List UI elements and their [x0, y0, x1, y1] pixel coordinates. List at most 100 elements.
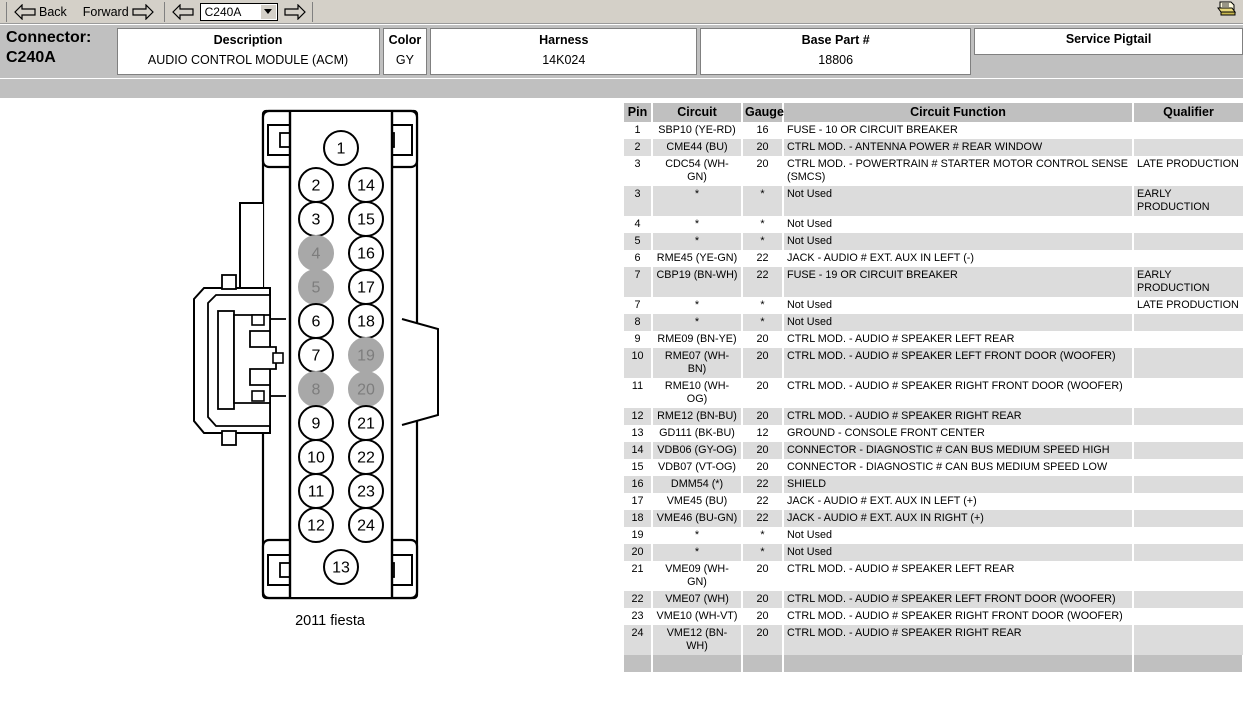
- description-label: Description: [213, 33, 283, 47]
- cell-gauge: *: [742, 314, 784, 331]
- cell-pin: 2: [624, 139, 653, 156]
- table-row: 14 VDB06 (GY-OG) 20 CONNECTOR - DIAGNOSTIC …: [624, 442, 1243, 459]
- table-row: 3 * * Not Used EARLY PRODUCTION: [624, 186, 1243, 216]
- cell-function: CTRL MOD. - AUDIO # SPEAKER RIGHT FRONT …: [783, 378, 1134, 408]
- connector-title-label: Connector:: [6, 29, 92, 46]
- pin-label: 19: [357, 348, 375, 365]
- back-button[interactable]: Back: [12, 2, 72, 22]
- cell-function: SHIELD: [783, 476, 1134, 493]
- cell-qualifier: [1133, 493, 1243, 510]
- cell-gauge: 16: [742, 122, 784, 139]
- cell-gauge: *: [742, 186, 784, 216]
- pin-circle-21: 21: [348, 405, 384, 441]
- cell-pin: 13: [624, 425, 653, 442]
- connector-select[interactable]: C240A: [199, 2, 278, 21]
- cell-pin: 17: [624, 493, 653, 510]
- cell-circuit: CDC54 (WH-GN): [652, 156, 743, 186]
- pin-label: 16: [357, 246, 375, 263]
- pin-circle-14: 14: [348, 167, 384, 203]
- connector-diagram: 1 2 14 3 15 4 16 5 17 6 18 7 19 8 20 9 21 10 22 11 23 12 24 13: [180, 103, 480, 643]
- cell-pin: 20: [624, 544, 653, 561]
- cell-gauge: 22: [742, 493, 784, 510]
- back-label: Back: [39, 4, 67, 19]
- table-row: 7 * * Not Used LATE PRODUCTION: [624, 297, 1243, 314]
- cell-function: CTRL MOD. - AUDIO # SPEAKER RIGHT FRONT …: [783, 608, 1134, 625]
- toolbar-divider: [163, 1, 165, 22]
- pin-circle-15: 15: [348, 201, 384, 237]
- cell-gauge: *: [742, 216, 784, 233]
- cell-function: CONNECTOR - DIAGNOSTIC # CAN BUS MEDIUM …: [783, 442, 1134, 459]
- header-field-description: Description AUDIO CONTROL MODULE (ACM): [116, 28, 380, 75]
- cell-pin: 18: [624, 510, 653, 527]
- forward-button[interactable]: Forward: [78, 2, 156, 22]
- table-row: 11 RME10 (WH-OG) 20 CTRL MOD. - AUDIO # SPE…: [624, 378, 1243, 408]
- cell-pin: 24: [624, 625, 653, 655]
- cell-gauge: *: [742, 527, 784, 544]
- chevron-down-icon[interactable]: [260, 4, 276, 19]
- table-row: 5 * * Not Used: [624, 233, 1243, 250]
- cell-function: Not Used: [783, 216, 1134, 233]
- base-part-label: Base Part #: [801, 33, 870, 47]
- cell-qualifier: [1133, 314, 1243, 331]
- cell-qualifier: [1133, 561, 1243, 591]
- table-row: 24 VME12 (BN-WH) 20 CTRL MOD. - AUDIO # SPE…: [624, 625, 1243, 655]
- cell-function: CTRL MOD. - AUDIO # SPEAKER LEFT REAR: [783, 561, 1134, 591]
- pin-label: 20: [357, 382, 375, 399]
- cell-qualifier: [1133, 378, 1243, 408]
- pin-circle-13: 13: [323, 549, 359, 585]
- cell-circuit: RME09 (BN-YE): [652, 331, 743, 348]
- table-row: 2 CME44 (BU) 20 CTRL MOD. - ANTENNA POWER #…: [624, 139, 1243, 156]
- connector-drawing: 12 143 154 165 176 187 198 209 2110 2211 2312 2413: [193, 109, 439, 600]
- table-row: 3 CDC54 (WH-GN) 20 CTRL MOD. - POWERTRAIN #…: [624, 156, 1243, 186]
- cell-circuit: *: [652, 216, 743, 233]
- pin-circle-16: 16: [348, 235, 384, 271]
- harness-value: 14K024: [542, 53, 586, 67]
- previous-connector-button[interactable]: [170, 2, 196, 22]
- next-connector-button[interactable]: [282, 2, 308, 22]
- color-label: Color: [388, 33, 422, 47]
- left-arrow-icon: [171, 3, 194, 20]
- pin-label: 12: [307, 518, 325, 535]
- pin-table: Pin Circuit Gauge Circuit Function Quali…: [624, 103, 1243, 672]
- cell-circuit: *: [652, 233, 743, 250]
- table-row: 4 * * Not Used: [624, 216, 1243, 233]
- cell-empty: [624, 655, 653, 672]
- pin-circle-17: 17: [348, 269, 384, 305]
- table-row: 19 * * Not Used: [624, 527, 1243, 544]
- cell-gauge: 12: [742, 425, 784, 442]
- table-row: 18 VME46 (BU-GN) 22 JACK - AUDIO # EXT. AUX…: [624, 510, 1243, 527]
- cell-function: CTRL MOD. - AUDIO # SPEAKER RIGHT REAR: [783, 625, 1134, 655]
- pin-table-body: 1 SBP10 (YE-RD) 16 FUSE - 10 OR CIRCUIT BRE…: [624, 122, 1243, 672]
- cell-qualifier: [1133, 139, 1243, 156]
- cell-function: JACK - AUDIO # EXT. AUX IN RIGHT (+): [783, 510, 1134, 527]
- pin-circle-10: 10: [298, 439, 334, 475]
- cell-function: Not Used: [783, 544, 1134, 561]
- description-value: AUDIO CONTROL MODULE (ACM): [147, 53, 349, 67]
- cell-circuit: CBP19 (BN-WH): [652, 267, 743, 297]
- print-button[interactable]: [1215, 1, 1239, 22]
- cell-empty: [1133, 655, 1243, 672]
- pin-circle-5: 5: [298, 269, 334, 305]
- cell-qualifier: [1133, 425, 1243, 442]
- cell-circuit: VME07 (WH): [652, 591, 743, 608]
- cell-pin: 12: [624, 408, 653, 425]
- pin-table-container: Pin Circuit Gauge Circuit Function Quali…: [624, 103, 1243, 672]
- pin-circle-6: 6: [298, 303, 334, 339]
- cell-gauge: *: [742, 233, 784, 250]
- printer-icon: [1216, 0, 1238, 23]
- cell-pin: 7: [624, 267, 653, 297]
- cell-gauge: 20: [742, 442, 784, 459]
- cell-function: CONNECTOR - DIAGNOSTIC # CAN BUS MEDIUM …: [783, 459, 1134, 476]
- cell-qualifier: [1133, 408, 1243, 425]
- table-row: 22 VME07 (WH) 20 CTRL MOD. - AUDIO # SPEAKE…: [624, 591, 1243, 608]
- cell-circuit: RME10 (WH-OG): [652, 378, 743, 408]
- cell-circuit: RME45 (YE-GN): [652, 250, 743, 267]
- cell-circuit: VDB07 (VT-OG): [652, 459, 743, 476]
- cell-pin: 9: [624, 331, 653, 348]
- cell-function: CTRL MOD. - AUDIO # SPEAKER RIGHT REAR: [783, 408, 1134, 425]
- cell-empty: [652, 655, 743, 672]
- cell-qualifier: [1133, 591, 1243, 608]
- column-header-qualifier: Qualifier: [1133, 103, 1243, 122]
- pin-circle-7: 7: [298, 337, 334, 373]
- cell-circuit: DMM54 (*): [652, 476, 743, 493]
